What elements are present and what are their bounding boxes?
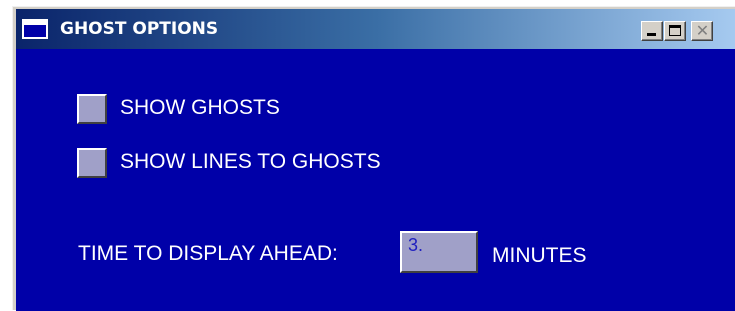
maximize-button[interactable] bbox=[664, 21, 686, 41]
minutes-unit-label: MINUTES bbox=[492, 244, 587, 267]
minimize-button[interactable] bbox=[641, 21, 663, 41]
minimize-icon bbox=[647, 33, 656, 36]
close-icon: ✕ bbox=[695, 21, 710, 40]
dialog-client-area: SHOW GHOSTS SHOW LINES TO GHOSTS TIME TO… bbox=[16, 49, 735, 311]
show-lines-to-ghosts-label[interactable]: SHOW LINES TO GHOSTS bbox=[120, 150, 381, 174]
show-ghosts-label[interactable]: SHOW GHOSTS bbox=[120, 96, 280, 120]
close-button[interactable]: ✕ bbox=[691, 21, 713, 41]
ghost-options-window: GHOST OPTIONS ✕ SHOW GHOSTS SHOW LINES T… bbox=[12, 6, 735, 311]
show-ghosts-checkbox[interactable] bbox=[77, 94, 107, 124]
time-ahead-input[interactable]: 3. bbox=[400, 231, 478, 273]
title-bar[interactable]: GHOST OPTIONS ✕ bbox=[16, 9, 735, 49]
window-title: GHOST OPTIONS bbox=[60, 19, 219, 39]
window-icon bbox=[22, 19, 48, 39]
maximize-icon bbox=[669, 25, 681, 36]
show-lines-to-ghosts-checkbox[interactable] bbox=[77, 148, 107, 178]
time-ahead-label: TIME TO DISPLAY AHEAD: bbox=[78, 242, 338, 265]
